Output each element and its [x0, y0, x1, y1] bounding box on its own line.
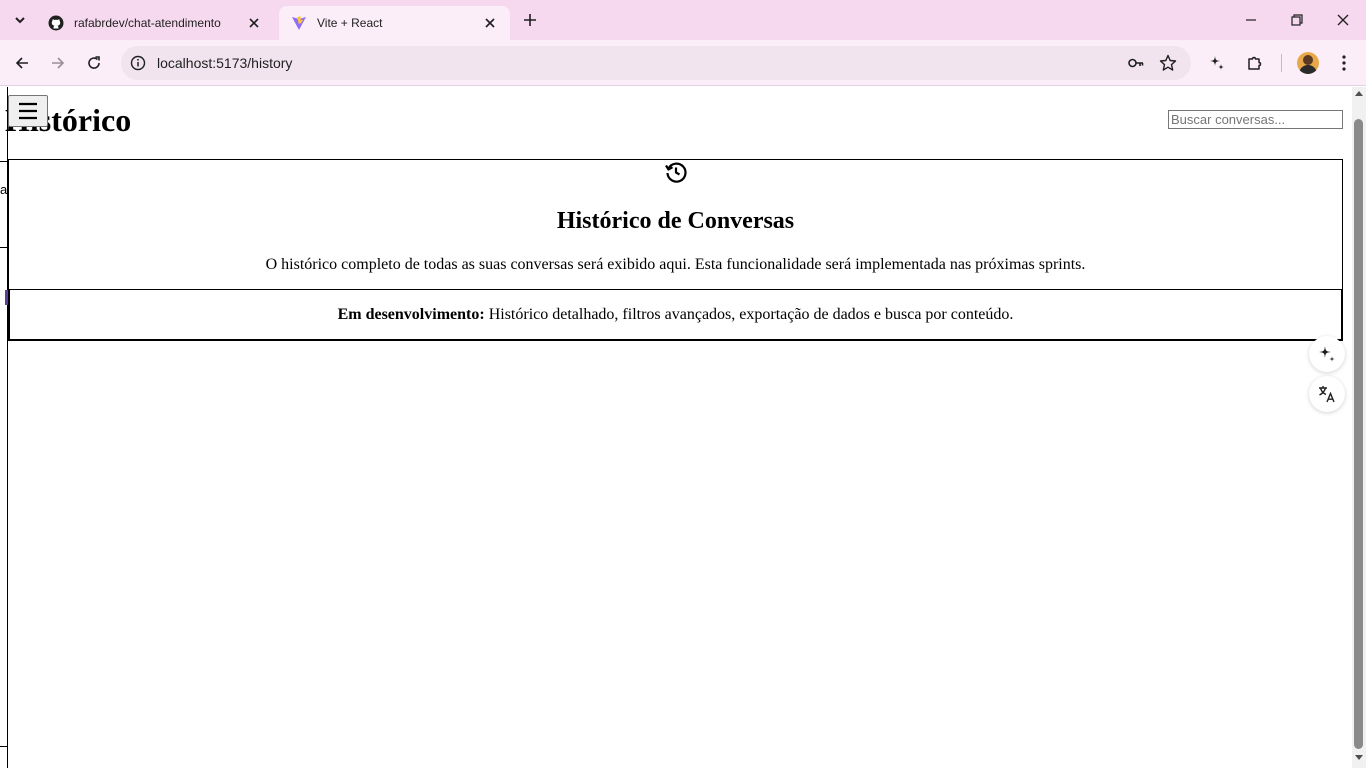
search-conversations-input[interactable] [1168, 110, 1343, 129]
tab-vite-react[interactable]: Vite + React [279, 6, 510, 40]
page-viewport: a Histórico Histórico de Conversas O his… [0, 87, 1352, 768]
translate-icon [1319, 386, 1335, 403]
browser-toolbar: localhost:5173/history [0, 40, 1366, 86]
dev-notice: Em desenvolvimento: Histórico detalhado,… [8, 289, 1343, 341]
gemini-sparkle-icon[interactable] [1205, 51, 1229, 75]
github-icon [48, 15, 64, 31]
back-arrow-icon[interactable] [10, 51, 34, 75]
close-window-icon[interactable] [1331, 8, 1355, 32]
sidebar-divider [0, 161, 7, 162]
page-scrollbar[interactable] [1352, 87, 1366, 768]
forward-arrow-icon[interactable] [46, 51, 70, 75]
restore-icon[interactable] [1285, 8, 1309, 32]
sidebar-stub-text: a [0, 182, 8, 197]
minimize-icon[interactable] [1239, 8, 1263, 32]
hamburger-menu-button[interactable] [8, 95, 48, 127]
bookmark-star-icon[interactable] [1158, 53, 1178, 73]
card-description: O histórico completo de todas as suas co… [265, 256, 1086, 273]
scroll-down-arrow-icon[interactable] [1355, 755, 1363, 760]
tab-title: Vite + React [317, 16, 383, 30]
hamburger-icon [19, 102, 37, 120]
sidebar-divider [0, 746, 7, 747]
url-text: localhost:5173/history [157, 55, 293, 71]
scroll-thumb[interactable] [1354, 119, 1363, 749]
scroll-up-arrow-icon[interactable] [1355, 91, 1363, 96]
history-icon [664, 160, 688, 184]
translate-button[interactable] [1309, 376, 1345, 412]
new-tab-plus-icon[interactable] [520, 10, 540, 30]
tab-github[interactable]: rafabrdev/chat-atendimento [36, 6, 274, 40]
card-title: Histórico de Conversas [556, 208, 795, 234]
password-key-icon[interactable] [1126, 53, 1146, 73]
dev-notice-label: Em desenvolvimento: [337, 305, 485, 323]
extensions-puzzle-icon[interactable] [1243, 51, 1267, 75]
browser-menu-icon[interactable] [1332, 51, 1356, 75]
toolbar-separator [1281, 54, 1282, 72]
reload-icon[interactable] [82, 51, 106, 75]
tab-strip: rafabrdev/chat-atendimento Vite + React [0, 0, 1366, 40]
close-tab-icon[interactable] [246, 15, 262, 31]
sparkle-icon [1319, 346, 1335, 362]
tab-title: rafabrdev/chat-atendimento [74, 16, 221, 30]
tab-search-chevron-icon[interactable] [8, 8, 32, 32]
dev-notice-text: Histórico detalhado, filtros avançados, … [488, 305, 1014, 323]
site-info-icon[interactable] [129, 54, 147, 72]
sidebar-divider [0, 247, 7, 248]
close-tab-icon[interactable] [482, 15, 498, 31]
ai-sparkle-button[interactable] [1309, 336, 1345, 372]
address-bar[interactable]: localhost:5173/history [121, 46, 1191, 80]
profile-avatar[interactable] [1297, 52, 1319, 74]
vite-icon [291, 15, 307, 31]
